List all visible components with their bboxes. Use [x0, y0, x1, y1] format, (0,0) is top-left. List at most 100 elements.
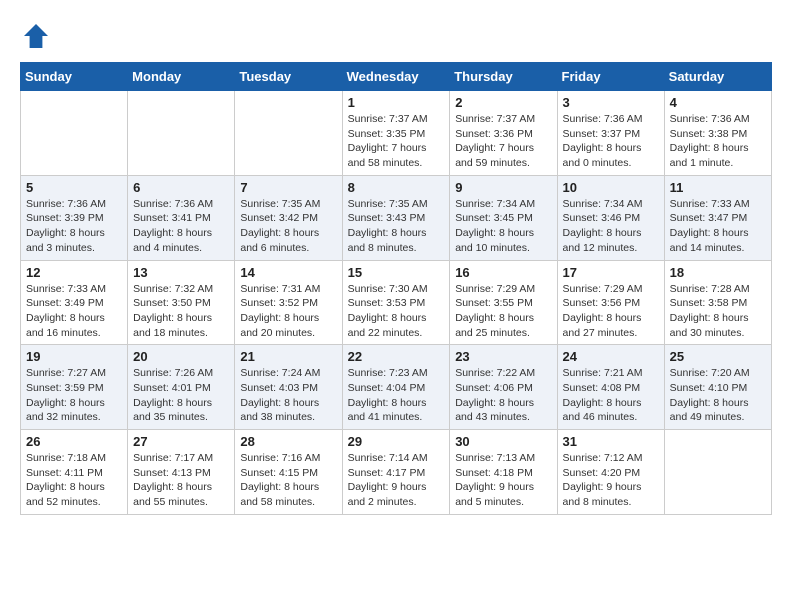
day-number: 1 — [348, 95, 445, 110]
calendar-cell: 6Sunrise: 7:36 AMSunset: 3:41 PMDaylight… — [128, 175, 235, 260]
calendar-cell: 14 Sunrise: 7:31 AMSunset: 3:52 PMDayligh… — [235, 260, 342, 345]
calendar-cell: 28 Sunrise: 7:16 AMSunset: 4:15 PMDayligh… — [235, 430, 342, 515]
week-row-1: 1 Sunrise: 7:37 AMSunset: 3:35 PMDaylight… — [21, 91, 772, 176]
day-info: Sunrise: 7:14 AMSunset: 4:17 PMDaylight:… — [348, 451, 445, 510]
calendar-cell: 31Sunrise: 7:12 AMSunset: 4:20 PMDayligh… — [557, 430, 664, 515]
day-info: Sunrise: 7:34 AMSunset: 3:46 PMDaylight:… — [563, 197, 659, 256]
day-number: 14 — [240, 265, 336, 280]
day-number: 28 — [240, 434, 336, 449]
calendar-cell: 9Sunrise: 7:34 AMSunset: 3:45 PMDaylight… — [450, 175, 557, 260]
day-info: Sunrise: 7:36 AMSunset: 3:37 PMDaylight:… — [563, 112, 659, 171]
calendar-cell: 19 Sunrise: 7:27 AMSunset: 3:59 PMDayligh… — [21, 345, 128, 430]
calendar-cell: 16Sunrise: 7:29 AMSunset: 3:55 PMDayligh… — [450, 260, 557, 345]
calendar-cell: 17 Sunrise: 7:29 AMSunset: 3:56 PMDayligh… — [557, 260, 664, 345]
calendar-cell — [21, 91, 128, 176]
day-info: Sunrise: 7:29 AMSunset: 3:56 PMDaylight:… — [563, 282, 659, 341]
calendar-cell: 3 Sunrise: 7:36 AMSunset: 3:37 PMDaylight… — [557, 91, 664, 176]
day-number: 10 — [563, 180, 659, 195]
day-number: 5 — [26, 180, 122, 195]
day-number: 7 — [240, 180, 336, 195]
week-row-2: 5 Sunrise: 7:36 AMSunset: 3:39 PMDaylight… — [21, 175, 772, 260]
day-number: 27 — [133, 434, 229, 449]
calendar-cell: 8 Sunrise: 7:35 AMSunset: 3:43 PMDaylight… — [342, 175, 450, 260]
day-info: Sunrise: 7:33 AMSunset: 3:47 PMDaylight:… — [670, 197, 766, 256]
calendar-cell: 2 Sunrise: 7:37 AMSunset: 3:36 PMDaylight… — [450, 91, 557, 176]
day-number: 20 — [133, 349, 229, 364]
day-number: 25 — [670, 349, 766, 364]
calendar-cell: 27 Sunrise: 7:17 AMSunset: 4:13 PMDayligh… — [128, 430, 235, 515]
day-info: Sunrise: 7:36 AMSunset: 3:41 PMDaylight:… — [133, 197, 229, 256]
day-number: 3 — [563, 95, 659, 110]
column-header-tuesday: Tuesday — [235, 63, 342, 91]
day-number: 8 — [348, 180, 445, 195]
day-info: Sunrise: 7:23 AMSunset: 4:04 PMDaylight:… — [348, 366, 445, 425]
day-info: Sunrise: 7:12 AMSunset: 4:20 PMDaylight:… — [563, 451, 659, 510]
day-info: Sunrise: 7:20 AMSunset: 4:10 PMDaylight:… — [670, 366, 766, 425]
calendar-cell: 4 Sunrise: 7:36 AMSunset: 3:38 PMDaylight… — [664, 91, 771, 176]
day-number: 13 — [133, 265, 229, 280]
column-header-sunday: Sunday — [21, 63, 128, 91]
day-number: 23 — [455, 349, 551, 364]
page-header — [20, 20, 772, 52]
calendar-cell: 21 Sunrise: 7:24 AMSunset: 4:03 PMDayligh… — [235, 345, 342, 430]
calendar-cell — [235, 91, 342, 176]
day-info: Sunrise: 7:26 AMSunset: 4:01 PMDaylight:… — [133, 366, 229, 425]
day-info: Sunrise: 7:27 AMSunset: 3:59 PMDaylight:… — [26, 366, 122, 425]
logo — [20, 20, 56, 52]
week-row-4: 19 Sunrise: 7:27 AMSunset: 3:59 PMDayligh… — [21, 345, 772, 430]
day-number: 4 — [670, 95, 766, 110]
week-row-3: 12 Sunrise: 7:33 AMSunset: 3:49 PMDayligh… — [21, 260, 772, 345]
day-number: 22 — [348, 349, 445, 364]
day-info: Sunrise: 7:37 AMSunset: 3:36 PMDaylight:… — [455, 112, 551, 171]
calendar-cell: 18Sunrise: 7:28 AMSunset: 3:58 PMDayligh… — [664, 260, 771, 345]
calendar-cell — [128, 91, 235, 176]
calendar-cell: 29 Sunrise: 7:14 AMSunset: 4:17 PMDayligh… — [342, 430, 450, 515]
day-number: 29 — [348, 434, 445, 449]
week-row-5: 26Sunrise: 7:18 AMSunset: 4:11 PMDayligh… — [21, 430, 772, 515]
day-info: Sunrise: 7:35 AMSunset: 3:43 PMDaylight:… — [348, 197, 445, 256]
day-number: 24 — [563, 349, 659, 364]
day-number: 9 — [455, 180, 551, 195]
day-info: Sunrise: 7:30 AMSunset: 3:53 PMDaylight:… — [348, 282, 445, 341]
day-number: 17 — [563, 265, 659, 280]
calendar-cell: 1 Sunrise: 7:37 AMSunset: 3:35 PMDaylight… — [342, 91, 450, 176]
day-number: 18 — [670, 265, 766, 280]
day-info: Sunrise: 7:32 AMSunset: 3:50 PMDaylight:… — [133, 282, 229, 341]
calendar-cell: 5 Sunrise: 7:36 AMSunset: 3:39 PMDaylight… — [21, 175, 128, 260]
day-number: 19 — [26, 349, 122, 364]
calendar-cell: 26Sunrise: 7:18 AMSunset: 4:11 PMDayligh… — [21, 430, 128, 515]
day-info: Sunrise: 7:37 AMSunset: 3:35 PMDaylight:… — [348, 112, 445, 171]
column-header-wednesday: Wednesday — [342, 63, 450, 91]
day-number: 12 — [26, 265, 122, 280]
calendar-cell: 13 Sunrise: 7:32 AMSunset: 3:50 PMDayligh… — [128, 260, 235, 345]
day-info: Sunrise: 7:35 AMSunset: 3:42 PMDaylight:… — [240, 197, 336, 256]
column-header-saturday: Saturday — [664, 63, 771, 91]
day-info: Sunrise: 7:16 AMSunset: 4:15 PMDaylight:… — [240, 451, 336, 510]
day-number: 21 — [240, 349, 336, 364]
day-info: Sunrise: 7:13 AMSunset: 4:18 PMDaylight:… — [455, 451, 551, 510]
calendar-cell: 7 Sunrise: 7:35 AMSunset: 3:42 PMDaylight… — [235, 175, 342, 260]
day-number: 30 — [455, 434, 551, 449]
calendar-cell: 12 Sunrise: 7:33 AMSunset: 3:49 PMDayligh… — [21, 260, 128, 345]
day-info: Sunrise: 7:31 AMSunset: 3:52 PMDaylight:… — [240, 282, 336, 341]
column-header-thursday: Thursday — [450, 63, 557, 91]
day-number: 11 — [670, 180, 766, 195]
day-info: Sunrise: 7:36 AMSunset: 3:39 PMDaylight:… — [26, 197, 122, 256]
day-info: Sunrise: 7:29 AMSunset: 3:55 PMDaylight:… — [455, 282, 551, 341]
calendar-cell: 23Sunrise: 7:22 AMSunset: 4:06 PMDayligh… — [450, 345, 557, 430]
day-info: Sunrise: 7:21 AMSunset: 4:08 PMDaylight:… — [563, 366, 659, 425]
day-info: Sunrise: 7:24 AMSunset: 4:03 PMDaylight:… — [240, 366, 336, 425]
day-number: 26 — [26, 434, 122, 449]
calendar-cell: 10 Sunrise: 7:34 AMSunset: 3:46 PMDayligh… — [557, 175, 664, 260]
calendar-cell: 11 Sunrise: 7:33 AMSunset: 3:47 PMDayligh… — [664, 175, 771, 260]
day-info: Sunrise: 7:33 AMSunset: 3:49 PMDaylight:… — [26, 282, 122, 341]
calendar-cell: 20 Sunrise: 7:26 AMSunset: 4:01 PMDayligh… — [128, 345, 235, 430]
day-number: 2 — [455, 95, 551, 110]
calendar-cell: 22 Sunrise: 7:23 AMSunset: 4:04 PMDayligh… — [342, 345, 450, 430]
day-info: Sunrise: 7:36 AMSunset: 3:38 PMDaylight:… — [670, 112, 766, 171]
logo-icon — [20, 20, 52, 52]
day-info: Sunrise: 7:17 AMSunset: 4:13 PMDaylight:… — [133, 451, 229, 510]
calendar-cell: 30 Sunrise: 7:13 AMSunset: 4:18 PMDayligh… — [450, 430, 557, 515]
column-header-friday: Friday — [557, 63, 664, 91]
calendar-header-row: SundayMondayTuesdayWednesdayThursdayFrid… — [21, 63, 772, 91]
